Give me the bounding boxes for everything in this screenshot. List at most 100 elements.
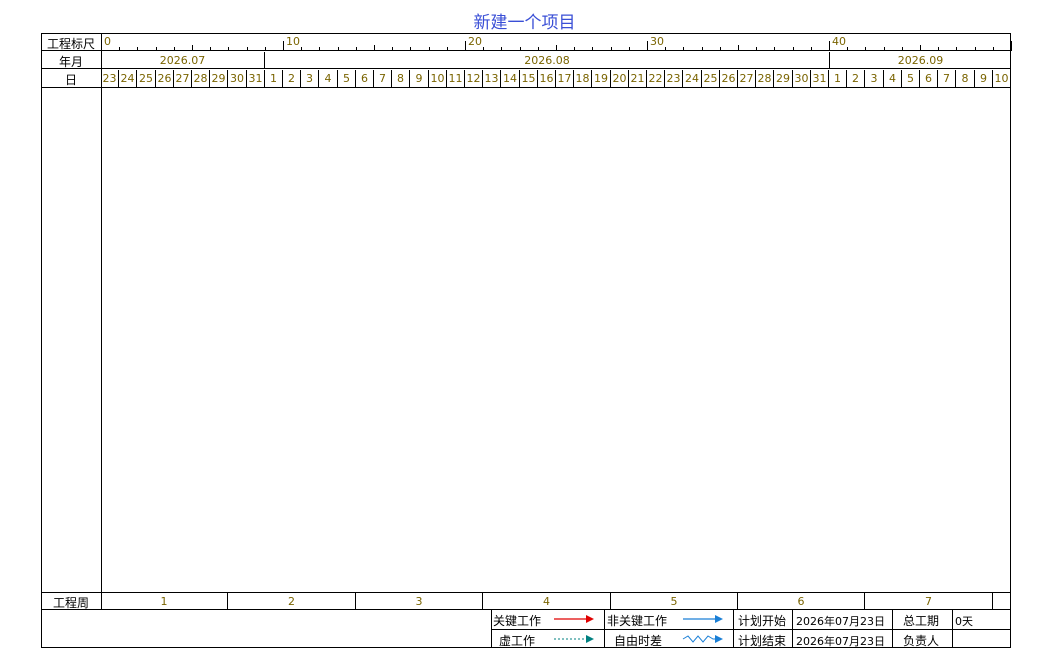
ruler-tick [865, 47, 866, 51]
ruler-tick [847, 47, 848, 51]
day-cell: 10 [429, 70, 447, 87]
day-cell: 9 [975, 70, 993, 87]
day-cell: 15 [520, 70, 538, 87]
day-cell: 30 [228, 70, 247, 87]
ruler-tick [374, 45, 375, 51]
ruler-tick [465, 41, 466, 51]
ruler-tick [356, 47, 357, 51]
day-cell: 21 [629, 70, 647, 87]
ruler-tick [556, 45, 557, 51]
month-label: 年月 [58, 55, 83, 69]
ruler-tick [283, 41, 284, 51]
ruler-tick [228, 47, 229, 51]
day-cell: 6 [356, 70, 374, 87]
legend-noncritical-label: 非关键工作 [607, 614, 668, 628]
ruler-tick [683, 47, 684, 51]
ruler-tick [811, 47, 812, 51]
ruler-label: 工程标尺 [46, 37, 95, 51]
ruler-tick [1011, 41, 1012, 51]
day-cell: 4 [319, 70, 338, 87]
ruler-number: 10 [286, 35, 300, 48]
day-cell: 26 [720, 70, 738, 87]
ruler-tick [520, 47, 521, 51]
ruler-number: 30 [650, 35, 664, 48]
day-cell: 25 [137, 70, 156, 87]
week-label: 工程周 [52, 596, 89, 610]
day-cell: 30 [793, 70, 811, 87]
ruler-tick [210, 47, 211, 51]
ruler-tick [756, 47, 757, 51]
ruler-tick [137, 47, 138, 51]
legend-critical-label: 关键工作 [493, 614, 542, 628]
ruler-tick [956, 47, 957, 51]
day-cell: 7 [374, 70, 392, 87]
plan-end-value: 2026年07月23日 [796, 635, 885, 648]
day-cell: 2 [283, 70, 301, 87]
day-cell: 17 [556, 70, 574, 87]
ruler-tick [902, 47, 903, 51]
day-cell: 28 [756, 70, 774, 87]
week-cell: 4 [483, 593, 611, 610]
free-float-arrow-icon [682, 635, 723, 643]
ruler-tick [592, 47, 593, 51]
dummy-arrow-icon [554, 635, 594, 643]
day-label: 日 [64, 73, 77, 87]
ruler-tick [483, 47, 484, 51]
day-cell: 29 [210, 70, 228, 87]
plan-start-label: 计划开始 [738, 614, 787, 628]
day-cell: 26 [156, 70, 174, 87]
week-cell: 2 [228, 593, 356, 610]
day-cell: 22 [647, 70, 665, 87]
ruler-tick [774, 47, 775, 51]
day-cell: 24 [119, 70, 137, 87]
ruler-tick [975, 47, 976, 51]
day-cell: 12 [465, 70, 483, 87]
total-duration-label: 总工期 [903, 614, 940, 628]
week-cell: 3 [356, 593, 483, 610]
day-cell: 29 [774, 70, 793, 87]
critical-arrow-icon [554, 615, 594, 623]
ruler-tick [301, 47, 302, 51]
ruler-tick [793, 47, 794, 51]
day-cell: 11 [447, 70, 465, 87]
day-cell: 9 [410, 70, 429, 87]
ruler-tick [611, 47, 612, 51]
project-title: 新建一个项目 [473, 13, 576, 33]
month-cell: 2026.07 [101, 52, 265, 69]
ruler-number: 40 [832, 35, 846, 48]
day-cell: 23 [665, 70, 683, 87]
week-cell: 5 [611, 593, 738, 610]
ruler-tick [174, 47, 175, 51]
day-cell: 31 [811, 70, 829, 87]
day-cell: 23 [101, 70, 119, 87]
day-cell: 27 [174, 70, 192, 87]
ruler-tick [101, 41, 102, 51]
ruler-tick [720, 47, 721, 51]
day-cell: 13 [483, 70, 501, 87]
ruler-tick [447, 47, 448, 51]
ruler-tick [501, 47, 502, 51]
owner-label: 负责人 [903, 634, 940, 648]
ruler-tick [665, 47, 666, 51]
ruler-tick [338, 47, 339, 51]
ruler-number: 0 [104, 35, 111, 48]
ruler-tick [319, 47, 320, 51]
chart-frame [41, 33, 1011, 648]
day-cell: 28 [192, 70, 210, 87]
ruler-tick [410, 47, 411, 51]
ruler-tick [884, 47, 885, 51]
week-cell: 6 [738, 593, 865, 610]
day-cell: 1 [829, 70, 847, 87]
day-cell: 31 [247, 70, 265, 87]
day-cell: 16 [538, 70, 556, 87]
day-cell: 3 [865, 70, 884, 87]
day-cell: 20 [611, 70, 629, 87]
noncritical-arrow-icon [683, 615, 723, 623]
month-cell: 2026.09 [897, 54, 944, 67]
ruler-tick [392, 47, 393, 51]
ruler-tick [119, 47, 120, 51]
ruler-tick [192, 45, 193, 51]
day-cell: 7 [938, 70, 956, 87]
day-cell: 14 [501, 70, 520, 87]
day-cell: 2 [847, 70, 865, 87]
